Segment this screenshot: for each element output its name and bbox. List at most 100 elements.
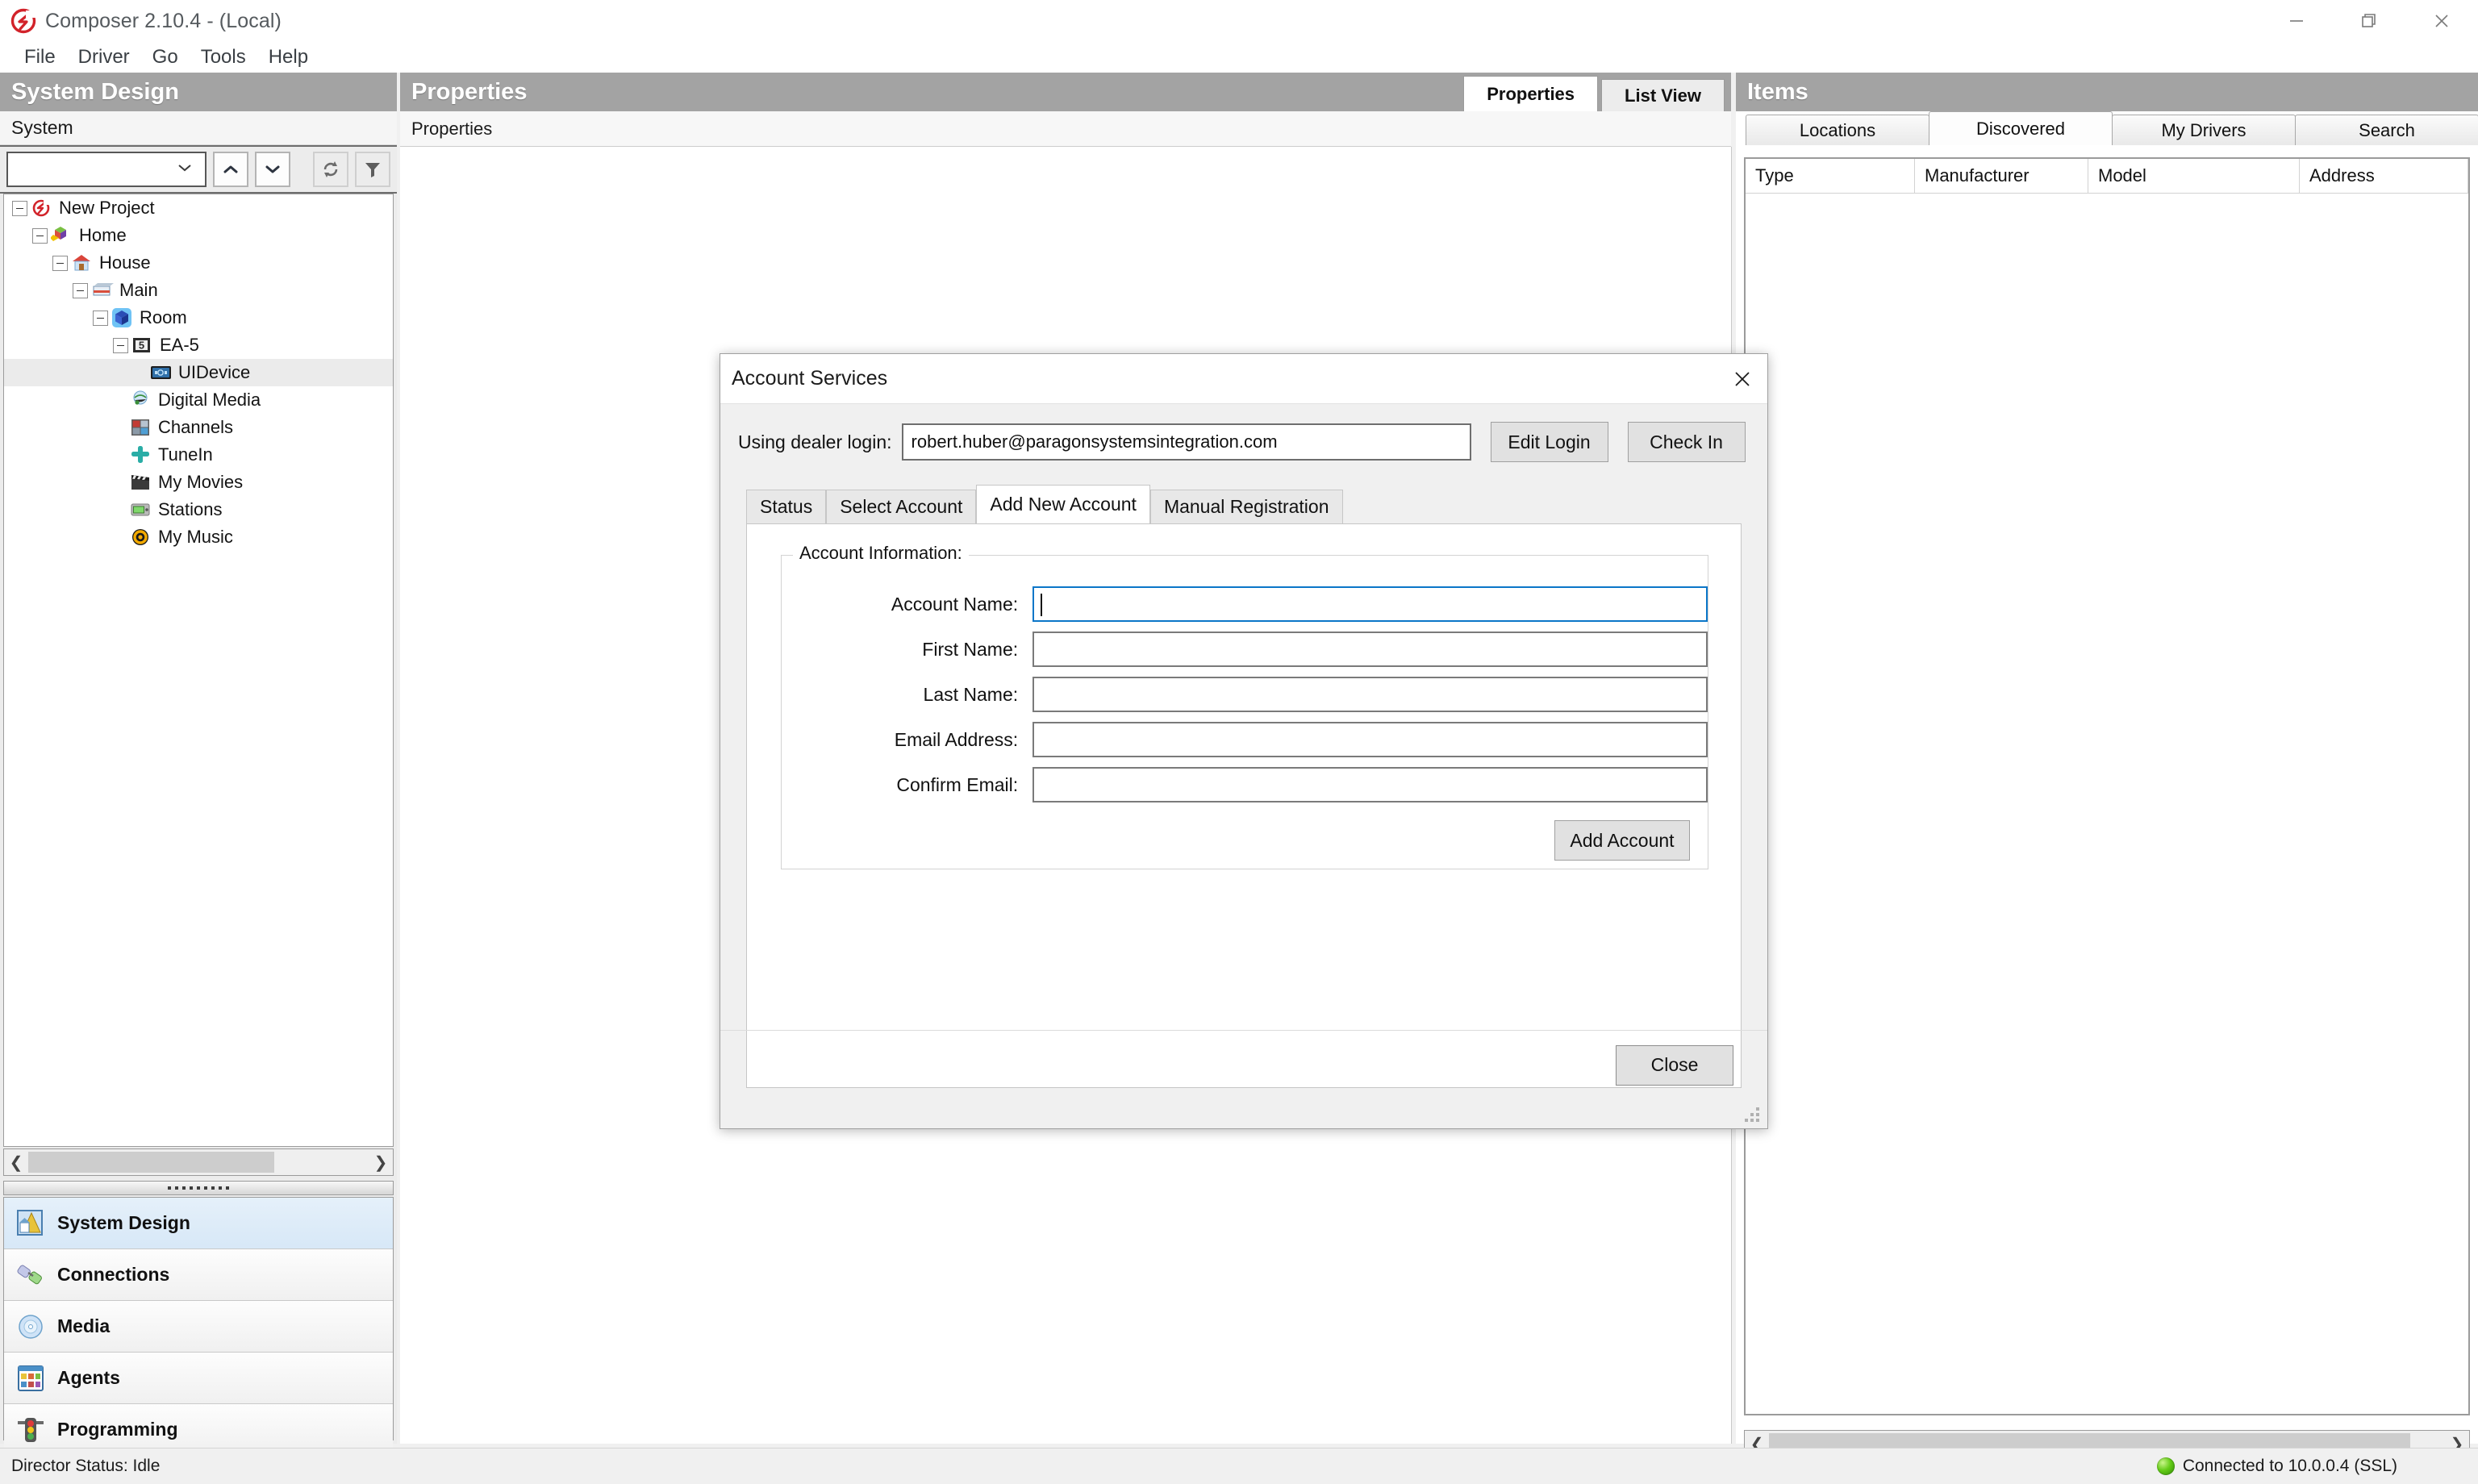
tree-node-uidevice[interactable]: UIDevice — [4, 359, 393, 386]
account-name-input[interactable] — [1032, 586, 1708, 622]
scrollbar-thumb[interactable] — [28, 1152, 274, 1173]
digital-media-icon — [130, 390, 152, 411]
close-icon[interactable] — [2405, 0, 2478, 42]
dialog-title-bar: Account Services — [720, 354, 1767, 404]
edit-login-button[interactable]: Edit Login — [1490, 422, 1608, 462]
tree-node-ea-5[interactable]: 5 EA-5 — [4, 331, 393, 359]
scroll-right-icon[interactable]: ❯ — [369, 1153, 393, 1173]
tab-my-drivers[interactable]: My Drivers — [2112, 115, 2296, 145]
column-header-address[interactable]: Address — [2300, 159, 2468, 193]
tab-properties[interactable]: Properties — [1463, 76, 1599, 111]
tree-move-down-button[interactable] — [255, 152, 290, 187]
tree-node-stations[interactable]: Stations — [4, 496, 393, 523]
connections-plug-icon — [15, 1260, 46, 1290]
tree-toolbar — [0, 145, 397, 194]
confirm-email-input[interactable] — [1032, 767, 1708, 802]
tree-node-home[interactable]: Home — [4, 222, 393, 249]
items-grid[interactable]: Type Manufacturer Model Address — [1744, 157, 2470, 1415]
sidebar-item-system-design[interactable]: System Design — [4, 1198, 393, 1249]
sidebar-item-label: Media — [57, 1315, 111, 1336]
field-label-first-name: First Name: — [922, 638, 1019, 660]
close-button[interactable]: Close — [1616, 1044, 1733, 1086]
sidebar-item-media[interactable]: Media — [4, 1301, 393, 1353]
menu-item-file[interactable]: File — [13, 44, 67, 70]
properties-tabs: Properties List View — [1460, 76, 1725, 111]
system-tree[interactable]: New Project Home House Main Room 5 EA-5 UIDevic… — [3, 194, 394, 1147]
traffic-light-icon — [15, 1415, 46, 1445]
tree-node-house[interactable]: House — [4, 249, 393, 277]
add-account-button[interactable]: Add Account — [1554, 820, 1690, 861]
add-account-row: Add Account — [782, 820, 1708, 861]
scroll-left-icon[interactable]: ❮ — [4, 1153, 28, 1173]
field-label-last-name: Last Name: — [923, 683, 1019, 705]
tree-node-label: Home — [79, 225, 127, 245]
sidebar-item-connections[interactable]: Connections — [4, 1249, 393, 1301]
center-panel-caption: Properties Properties List View — [400, 73, 1731, 111]
tab-discovered[interactable]: Discovered — [1929, 111, 2113, 145]
tree-collapse-icon[interactable] — [52, 255, 68, 271]
close-icon[interactable] — [1717, 354, 1767, 404]
tree-collapse-icon[interactable] — [73, 282, 88, 298]
tree-collapse-icon[interactable] — [113, 337, 128, 353]
house-icon — [71, 252, 94, 273]
menu-item-go[interactable]: Go — [141, 44, 190, 70]
text-caret — [1041, 594, 1043, 616]
dialog-tab-manual-registration[interactable]: Manual Registration — [1149, 490, 1343, 523]
tree-node-tunein[interactable]: TuneIn — [4, 441, 393, 469]
tab-search[interactable]: Search — [2295, 115, 2478, 145]
tree-horizontal-scrollbar[interactable]: ❮ ❯ — [3, 1148, 394, 1176]
funnel-filter-icon[interactable] — [355, 152, 390, 187]
column-header-type[interactable]: Type — [1746, 159, 1915, 193]
movies-clapper-icon — [130, 472, 152, 493]
dialog-tab-select-account[interactable]: Select Account — [826, 490, 977, 523]
tab-locations[interactable]: Locations — [1746, 115, 1929, 145]
dialog-title: Account Services — [732, 367, 888, 390]
account-services-dialog: Account Services Using dealer login: rob… — [720, 353, 1768, 1129]
agents-grid-icon — [15, 1363, 46, 1394]
check-in-button[interactable]: Check In — [1627, 422, 1746, 462]
form-row: Email Address: — [782, 722, 1708, 757]
system-design-icon — [15, 1208, 46, 1239]
tree-collapse-icon[interactable] — [12, 200, 27, 216]
svg-text:5: 5 — [139, 340, 144, 352]
menu-item-driver[interactable]: Driver — [67, 44, 141, 70]
tab-list-view[interactable]: List View — [1601, 79, 1725, 111]
tree-node-main[interactable]: Main — [4, 277, 393, 304]
tree-node-my-movies[interactable]: My Movies — [4, 469, 393, 496]
column-header-manufacturer[interactable]: Manufacturer — [1915, 159, 2088, 193]
sidebar-item-agents[interactable]: Agents — [4, 1353, 393, 1404]
dialog-tab-status[interactable]: Status — [746, 490, 827, 523]
menu-item-help[interactable]: Help — [257, 44, 319, 70]
resize-grip-icon[interactable] — [1743, 1106, 1761, 1123]
field-label-confirm-email: Confirm Email: — [896, 773, 1019, 795]
connection-status-text: Connected to 10.0.0.4 (SSL) — [2182, 1457, 2397, 1475]
dealer-login-row: Using dealer login: robert.huber@paragon… — [738, 422, 1750, 462]
tree-collapse-icon[interactable] — [32, 227, 48, 244]
status-bar: Director Status: Idle Connected to 10.0.… — [0, 1448, 2478, 1484]
menu-item-tools[interactable]: Tools — [190, 44, 257, 70]
chevron-down-icon — [176, 162, 194, 177]
minimize-icon[interactable] — [2260, 0, 2333, 42]
tree-collapse-icon[interactable] — [93, 310, 108, 326]
center-panel-title: Properties — [411, 78, 528, 105]
email-address-input[interactable] — [1032, 722, 1708, 757]
tree-node-label: TuneIn — [158, 444, 213, 465]
tree-node-digital-media[interactable]: Digital Media — [4, 386, 393, 414]
tree-node-label: Main — [119, 280, 158, 300]
composer-logo-icon — [10, 7, 37, 35]
tree-node-new-project[interactable]: New Project — [4, 194, 393, 222]
refresh-icon[interactable] — [313, 152, 348, 187]
system-select-combo[interactable] — [6, 152, 206, 187]
tree-move-up-button[interactable] — [213, 152, 248, 187]
dialog-tab-add-new-account[interactable]: Add New Account — [976, 485, 1150, 523]
tree-node-my-music[interactable]: My Music — [4, 523, 393, 551]
restore-icon[interactable] — [2333, 0, 2405, 42]
items-tabs: Locations Discovered My Drivers Search — [1736, 111, 2478, 145]
first-name-input[interactable] — [1032, 632, 1708, 667]
panel-splitter-handle[interactable] — [3, 1181, 394, 1195]
tree-node-room[interactable]: Room — [4, 304, 393, 331]
last-name-input[interactable] — [1032, 677, 1708, 712]
column-header-model[interactable]: Model — [2088, 159, 2300, 193]
tree-node-channels[interactable]: Channels — [4, 414, 393, 441]
radio-stations-icon — [130, 499, 152, 520]
